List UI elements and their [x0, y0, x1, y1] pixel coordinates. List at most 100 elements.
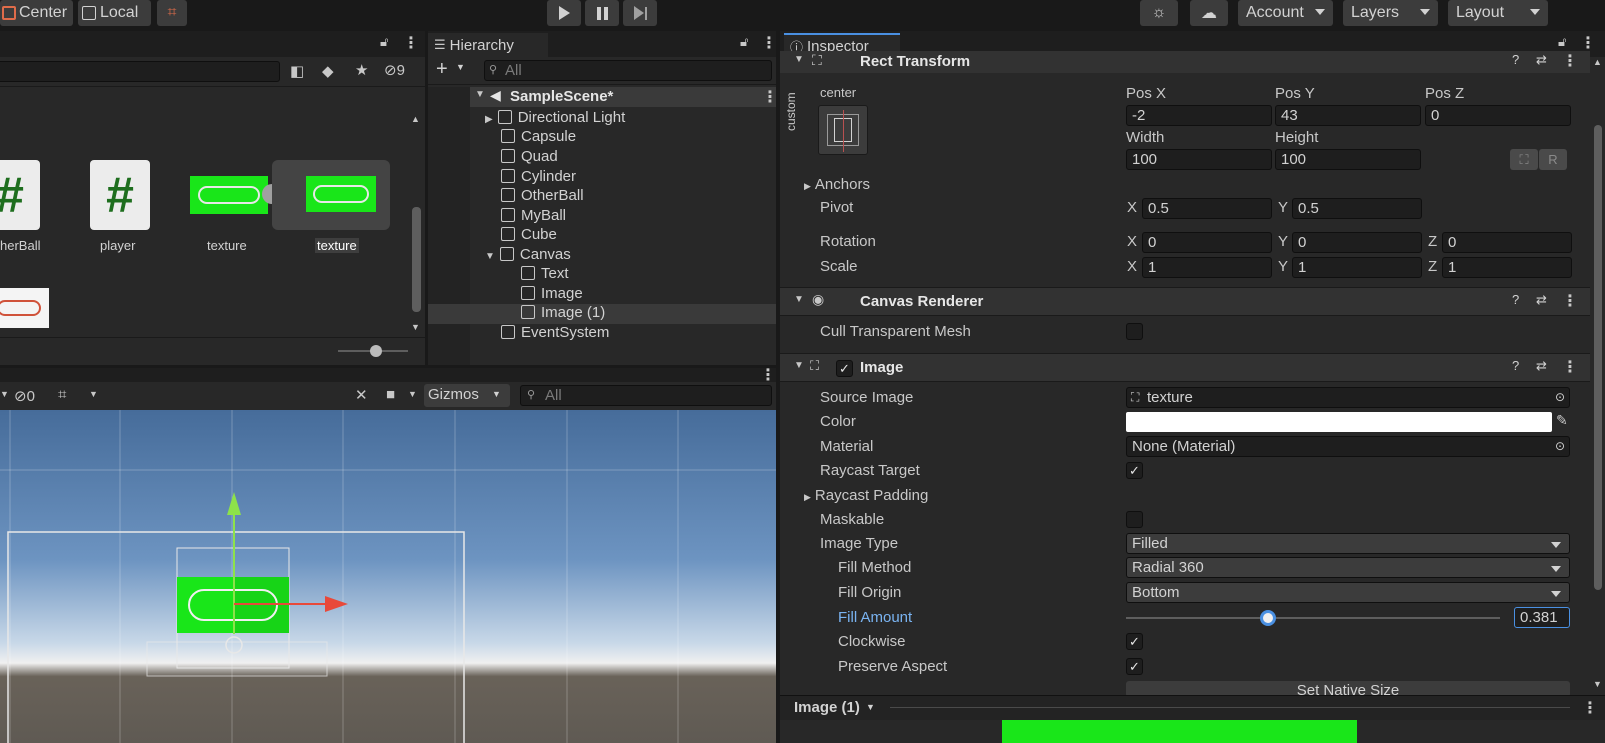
- hierarchy-item[interactable]: OtherBall: [501, 187, 584, 207]
- lock-icon[interactable]: 🔓︎: [1558, 34, 1566, 50]
- tag-icon[interactable]: ◆: [322, 62, 334, 80]
- tab-hierarchy[interactable]: ☰ Hierarchy: [428, 33, 548, 57]
- anchors-foldout[interactable]: ▶ Anchors: [804, 176, 870, 193]
- pivot-center-toggle[interactable]: Center: [0, 0, 73, 26]
- more-icon[interactable]: ⋮: [403, 33, 419, 53]
- add-icon[interactable]: +: [436, 58, 448, 81]
- layout-dropdown[interactable]: Layout: [1448, 0, 1548, 26]
- help-icon[interactable]: ?: [1512, 292, 1519, 307]
- material-field[interactable]: None (Material) ⊙: [1126, 436, 1570, 457]
- chevron-down-icon[interactable]: ▼: [89, 389, 98, 399]
- hidden-eye-icon[interactable]: ⊘9: [384, 61, 405, 79]
- source-image-field[interactable]: ⛶ texture ⊙: [1126, 387, 1570, 408]
- layers-dropdown[interactable]: Layers: [1343, 0, 1438, 26]
- rotation-x-field[interactable]: 0: [1142, 232, 1272, 253]
- more-icon[interactable]: ⋮: [1562, 51, 1578, 71]
- pivot-y-field[interactable]: 0.5: [1292, 198, 1422, 219]
- help-icon[interactable]: ?: [1512, 358, 1519, 373]
- project-search-input[interactable]: [0, 61, 280, 82]
- gizmos-dropdown[interactable]: Gizmos ▼: [424, 384, 510, 407]
- more-icon[interactable]: ⋮: [762, 87, 778, 107]
- fill-origin-dropdown[interactable]: Bottom: [1126, 582, 1570, 603]
- hierarchy-item[interactable]: Capsule: [501, 128, 576, 148]
- asset-texture[interactable]: texture: [190, 160, 282, 260]
- step-button[interactable]: [623, 0, 657, 26]
- slider-thumb[interactable]: [1260, 610, 1277, 626]
- color-field[interactable]: [1126, 412, 1552, 432]
- asset-texture-sprite[interactable]: texture: [272, 160, 390, 260]
- pivot-x-field[interactable]: 0.5: [1142, 198, 1272, 219]
- more-icon[interactable]: ⋮: [761, 33, 777, 53]
- hierarchy-item[interactable]: Image: [521, 285, 583, 305]
- star-icon[interactable]: ★: [355, 61, 368, 79]
- preset-icon[interactable]: ⇄: [1536, 52, 1547, 68]
- scale-x-field[interactable]: 1: [1142, 257, 1272, 278]
- fill-amount-field[interactable]: 0.381: [1514, 607, 1570, 628]
- raw-edit-button[interactable]: R: [1539, 149, 1567, 170]
- pos-z-field[interactable]: 0: [1425, 105, 1571, 126]
- scene-viewport[interactable]: [0, 410, 776, 743]
- pause-button[interactable]: [585, 0, 619, 26]
- hierarchy-item[interactable]: Cube: [501, 226, 557, 246]
- chevron-down-icon[interactable]: ▼: [0, 389, 9, 399]
- scene-search-input[interactable]: ⚲ All: [520, 385, 772, 406]
- width-field[interactable]: 100: [1126, 149, 1272, 170]
- scene-row[interactable]: ▼ ◀ SampleScene* ⋮: [470, 87, 778, 107]
- maskable-checkbox[interactable]: [1126, 511, 1143, 528]
- rect-transform-header[interactable]: ▼ ⛶ Rect Transform ? ⇄ ⋮: [780, 51, 1590, 73]
- hierarchy-item[interactable]: ▼ Canvas: [485, 246, 571, 266]
- rotation-z-field[interactable]: 0: [1442, 232, 1572, 253]
- fill-method-dropdown[interactable]: Radial 360: [1126, 557, 1570, 578]
- rotation-y-field[interactable]: 0: [1292, 232, 1422, 253]
- more-icon[interactable]: ⋮: [1562, 357, 1578, 377]
- preset-icon[interactable]: ⇄: [1536, 358, 1547, 374]
- more-icon[interactable]: ⋮: [1582, 698, 1598, 718]
- blueprint-mode-button[interactable]: ⛶: [1510, 149, 1538, 170]
- more-icon[interactable]: ⋮: [1562, 291, 1578, 311]
- camera-icon[interactable]: ■: [386, 386, 395, 403]
- image-type-dropdown[interactable]: Filled: [1126, 533, 1570, 554]
- asset-otherball[interactable]: # herBall: [0, 160, 50, 260]
- height-field[interactable]: 100: [1275, 149, 1421, 170]
- zoom-slider[interactable]: [338, 345, 408, 357]
- hierarchy-item[interactable]: Cylinder: [501, 168, 576, 188]
- asset-player[interactable]: # player: [85, 160, 155, 260]
- lock-icon[interactable]: 🔓︎: [380, 34, 388, 50]
- cloud-settings-button[interactable]: ☼: [1140, 0, 1178, 26]
- more-icon[interactable]: ⋮: [1580, 33, 1596, 53]
- scale-z-field[interactable]: 1: [1442, 257, 1572, 278]
- chevron-down-icon[interactable]: ▼: [456, 62, 465, 72]
- image-header[interactable]: ▼ ⛶ ✓ Image ? ⇄ ⋮: [780, 353, 1590, 382]
- image-enabled-checkbox[interactable]: ✓: [836, 360, 853, 377]
- help-icon[interactable]: ?: [1512, 52, 1519, 67]
- account-dropdown[interactable]: Account: [1238, 0, 1333, 26]
- cull-transparent-mesh-checkbox[interactable]: [1126, 323, 1143, 340]
- grid-icon[interactable]: ⌗: [58, 386, 66, 403]
- object-picker-icon[interactable]: ⊙: [1555, 388, 1565, 407]
- hidden-objects-icon[interactable]: ⊘0: [14, 387, 35, 405]
- filter-type-icon[interactable]: ◧: [290, 62, 304, 80]
- hierarchy-item[interactable]: MyBall: [501, 207, 566, 227]
- scale-y-field[interactable]: 1: [1292, 257, 1422, 278]
- pos-x-field[interactable]: -2: [1126, 105, 1272, 126]
- hierarchy-item[interactable]: Quad: [501, 148, 558, 168]
- hierarchy-item-selected[interactable]: Image (1): [428, 304, 776, 324]
- hierarchy-item[interactable]: EventSystem: [501, 324, 609, 344]
- hierarchy-item[interactable]: Text: [521, 265, 569, 285]
- cloud-button[interactable]: ☁: [1190, 0, 1228, 26]
- hierarchy-item[interactable]: ▶ Directional Light: [485, 109, 625, 129]
- pivot-local-toggle[interactable]: Local: [78, 0, 151, 26]
- canvas-renderer-header[interactable]: ▼ ◉ Canvas Renderer ? ⇄ ⋮: [780, 287, 1590, 316]
- project-scrollbar[interactable]: ▲ ▼: [410, 111, 422, 336]
- preserve-aspect-checkbox[interactable]: ✓: [1126, 658, 1143, 675]
- pos-y-field[interactable]: 43: [1275, 105, 1421, 126]
- chevron-down-icon[interactable]: ▼: [408, 389, 417, 399]
- inspector-scrollbar[interactable]: ▲ ▼: [1590, 57, 1605, 697]
- preset-icon[interactable]: ⇄: [1536, 292, 1547, 308]
- fill-amount-slider[interactable]: [1126, 610, 1500, 626]
- raycast-padding-foldout[interactable]: ▶ Raycast Padding: [804, 487, 928, 504]
- grid-snap-button[interactable]: ⌗: [157, 0, 187, 26]
- play-button[interactable]: [547, 0, 581, 26]
- hierarchy-search-input[interactable]: ⚲ All: [484, 60, 772, 81]
- raycast-target-checkbox[interactable]: ✓: [1126, 462, 1143, 479]
